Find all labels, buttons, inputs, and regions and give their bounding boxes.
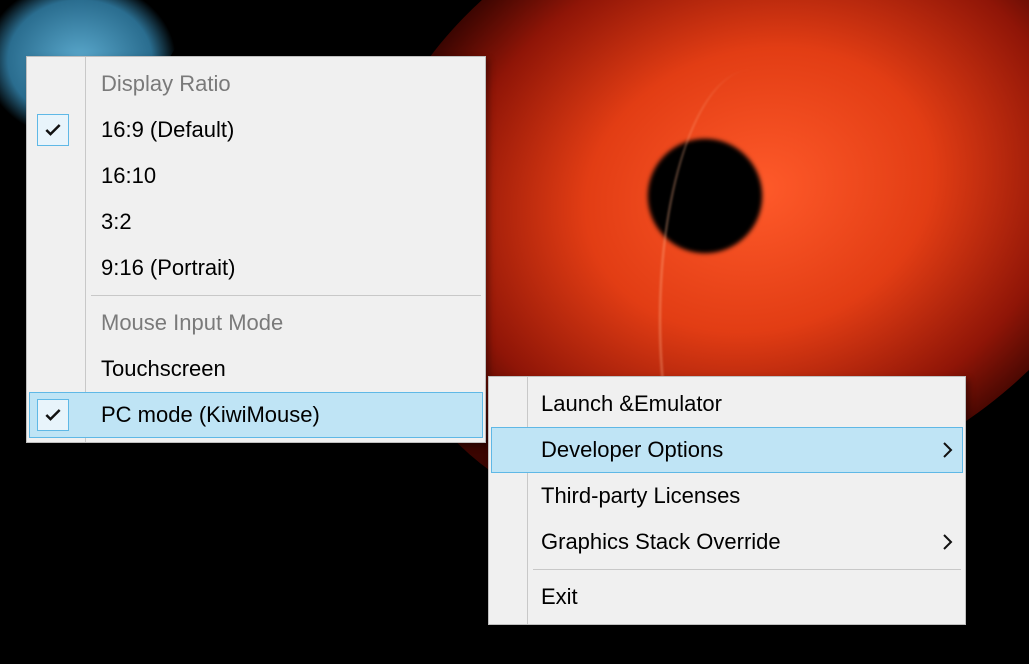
menu-item-ratio-9-16[interactable]: 9:16 (Portrait) bbox=[29, 245, 483, 291]
menu-item-pc-mode[interactable]: PC mode (KiwiMouse) bbox=[29, 392, 483, 438]
menu-item-label: Developer Options bbox=[521, 437, 933, 463]
menu-item-exit[interactable]: Exit bbox=[491, 574, 963, 620]
menu-item-ratio-3-2[interactable]: 3:2 bbox=[29, 199, 483, 245]
menu-item-label: 9:16 (Portrait) bbox=[77, 255, 483, 281]
menu-item-graphics-stack-override[interactable]: Graphics Stack Override bbox=[491, 519, 963, 565]
menu-header-display-ratio: Display Ratio bbox=[29, 61, 483, 107]
menu-item-touchscreen[interactable]: Touchscreen bbox=[29, 346, 483, 392]
check-icon bbox=[37, 399, 69, 431]
menu-item-ratio-16-10[interactable]: 16:10 bbox=[29, 153, 483, 199]
menu-item-label: Third-party Licenses bbox=[521, 483, 963, 509]
menu-item-label: Touchscreen bbox=[77, 356, 483, 382]
menu-item-label: PC mode (KiwiMouse) bbox=[77, 402, 483, 428]
menu-item-label: Exit bbox=[521, 584, 963, 610]
context-menu: Launch &Emulator Developer Options Third… bbox=[488, 376, 966, 625]
menu-item-ratio-16-9[interactable]: 16:9 (Default) bbox=[29, 107, 483, 153]
menu-separator bbox=[91, 295, 481, 296]
menu-item-developer-options[interactable]: Developer Options bbox=[491, 427, 963, 473]
submenu-arrow-icon bbox=[933, 442, 963, 458]
developer-options-submenu: Display Ratio 16:9 (Default) 16:10 3:2 9… bbox=[26, 56, 486, 443]
menu-header-mouse-input: Mouse Input Mode bbox=[29, 300, 483, 346]
menu-item-label: 3:2 bbox=[77, 209, 483, 235]
menu-item-third-party-licenses[interactable]: Third-party Licenses bbox=[491, 473, 963, 519]
check-icon bbox=[37, 114, 69, 146]
menu-item-label: 16:9 (Default) bbox=[77, 117, 483, 143]
menu-separator bbox=[533, 569, 961, 570]
submenu-arrow-icon bbox=[933, 534, 963, 550]
menu-item-launch-emulator[interactable]: Launch &Emulator bbox=[491, 381, 963, 427]
menu-item-label: Graphics Stack Override bbox=[521, 529, 933, 555]
menu-item-label: 16:10 bbox=[77, 163, 483, 189]
menu-item-label: Launch &Emulator bbox=[521, 391, 963, 417]
